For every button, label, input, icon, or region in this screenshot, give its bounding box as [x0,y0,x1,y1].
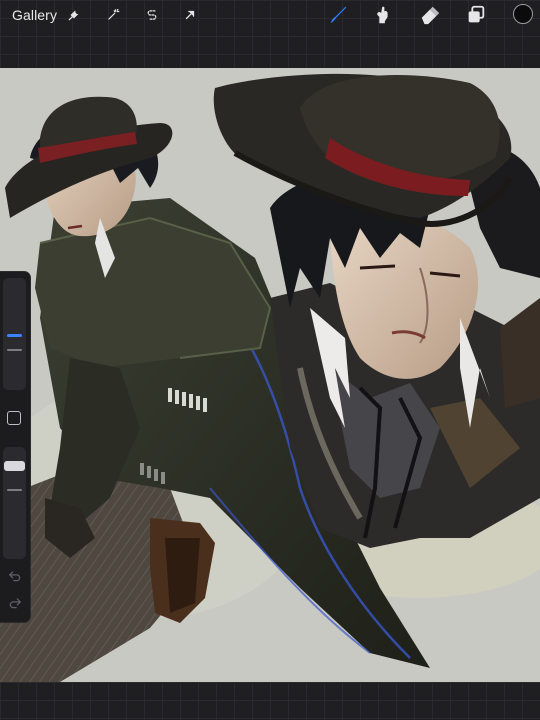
top-toolbar: Gallery [0,0,540,68]
gallery-button[interactable]: Gallery [12,6,57,24]
brush-icon[interactable] [325,3,351,27]
magic-wand-icon[interactable] [102,4,124,26]
brush-size-knob[interactable] [7,334,22,337]
layers-icon[interactable] [463,3,489,27]
brush-size-slider[interactable] [3,278,26,390]
selection-s-icon[interactable] [141,4,163,26]
wrench-icon[interactable] [63,4,85,26]
opacity-knob[interactable] [4,461,25,471]
sidebar [0,272,30,622]
square-icon[interactable] [7,411,21,425]
color-swatch[interactable] [513,4,533,24]
undo-arrow-icon[interactable] [8,569,22,583]
opacity-slider[interactable] [3,447,26,559]
transform-arrow-icon[interactable] [179,4,201,26]
opacity-marker [7,489,22,491]
brush-size-marker [7,349,22,351]
smudge-finger-icon[interactable] [370,3,396,27]
canvas[interactable] [0,68,540,682]
redo-arrow-icon[interactable] [8,596,22,610]
painting-illustration [0,68,540,682]
eraser-icon[interactable] [417,3,443,27]
bottom-bar [0,682,540,720]
